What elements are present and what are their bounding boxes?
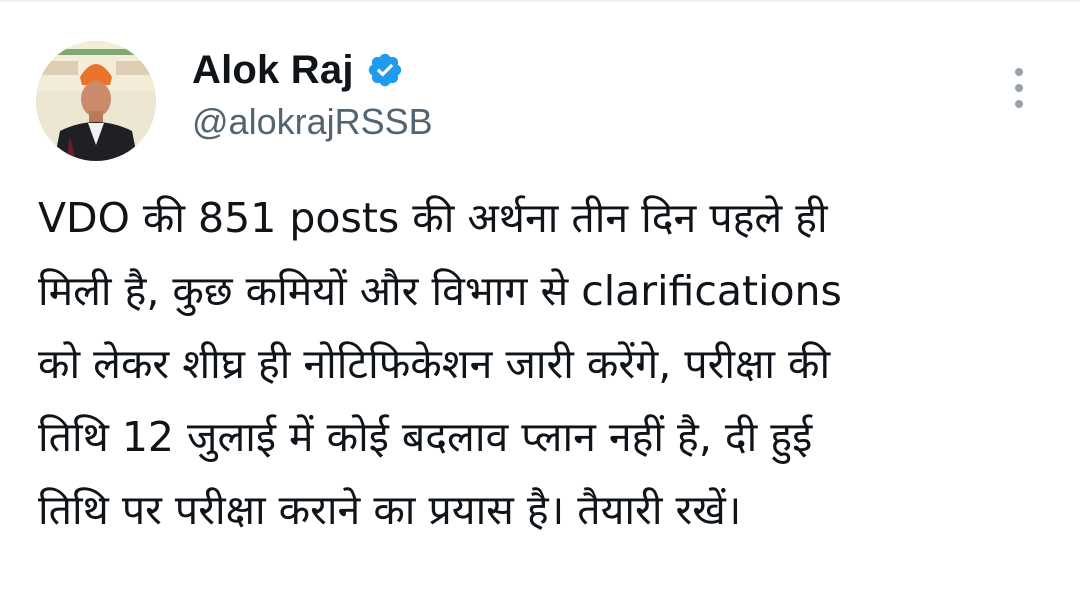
verified-badge-icon bbox=[366, 51, 404, 89]
author-name-row: Alok Raj bbox=[192, 46, 404, 94]
author-display-name[interactable]: Alok Raj bbox=[192, 46, 354, 94]
top-divider bbox=[0, 0, 1080, 2]
author-handle[interactable]: @alokrajRSSB bbox=[192, 100, 433, 144]
tweet-text-line: को लेकर शीघ्र ही नोटिफिकेशन जारी करेंगे,… bbox=[38, 340, 831, 388]
tweet-text-line: तिथि पर परीक्षा कराने का प्रयास है। तैया… bbox=[38, 486, 742, 534]
tweet-text-line: मिली है, कुछ कमियों और विभाग से clarific… bbox=[38, 267, 842, 315]
avatar-photo-icon bbox=[36, 41, 156, 161]
tweet-card: Alok Raj @alokrajRSSB VDO की 851 posts क… bbox=[0, 0, 1080, 603]
tweet-text: VDO की 851 posts की अर्थना तीन दिन पहले … bbox=[38, 182, 1048, 547]
more-vertical-icon-dot-2 bbox=[1015, 84, 1023, 92]
more-vertical-icon-dot-1 bbox=[1015, 68, 1023, 76]
tweet-text-line: VDO की 851 posts की अर्थना तीन दिन पहले … bbox=[38, 194, 828, 242]
tweet-text-line: तिथि 12 जुलाई में कोई बदलाव प्लान नहीं ह… bbox=[38, 413, 813, 461]
avatar[interactable] bbox=[36, 41, 156, 161]
more-options-button[interactable] bbox=[1004, 64, 1034, 112]
more-vertical-icon-dot-3 bbox=[1015, 100, 1023, 108]
